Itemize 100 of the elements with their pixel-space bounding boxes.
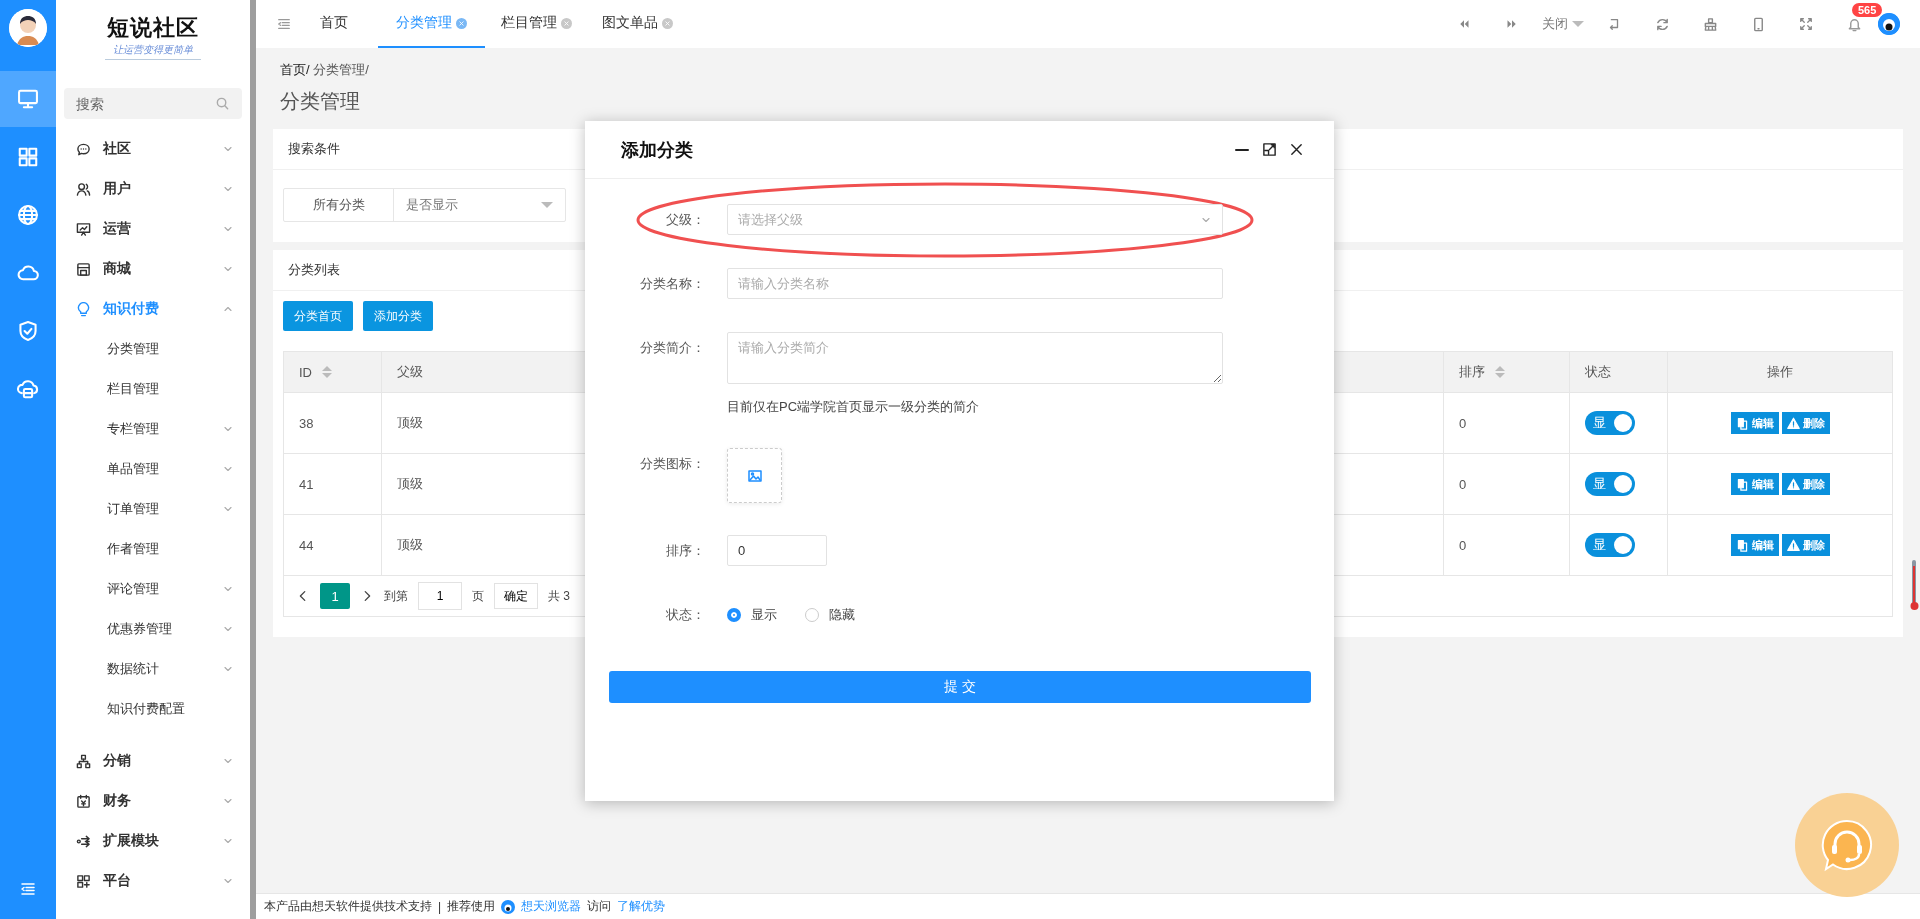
column-header: 状态 — [1570, 352, 1668, 393]
return-icon[interactable] — [1607, 17, 1621, 31]
submenu-item[interactable]: 订单管理 — [56, 489, 250, 529]
menu-item[interactable]: 运营 — [56, 209, 250, 249]
store-icon — [76, 261, 91, 277]
fullscreen-icon[interactable] — [1799, 17, 1813, 31]
table-cell: 0 — [1444, 393, 1570, 454]
footer-credit: 本产品由想天软件提供技术支持 — [264, 898, 432, 915]
calendar-icon — [76, 793, 91, 809]
table-cell: 0 — [1444, 515, 1570, 576]
search-icon — [215, 96, 230, 111]
warning-icon — [1786, 538, 1800, 552]
tab[interactable]: 图文单品 — [588, 0, 687, 48]
radio-option[interactable]: 隐藏 — [805, 606, 855, 624]
submenu-item[interactable]: 评论管理 — [56, 569, 250, 609]
page-title: 分类管理 — [280, 89, 361, 114]
warning-icon — [1786, 477, 1800, 491]
search-field[interactable]: 搜索 — [64, 88, 242, 119]
maximize-icon[interactable] — [1262, 141, 1277, 157]
input-field[interactable]: 请输入分类名称 — [727, 268, 1223, 299]
submenu-item[interactable]: 数据统计 — [56, 649, 250, 689]
menu-item[interactable]: 分销 — [56, 741, 250, 781]
users-icon — [76, 181, 91, 197]
menu-fold-icon[interactable] — [277, 17, 291, 31]
fast-forward-icon[interactable] — [1506, 18, 1518, 30]
breadcrumb-link[interactable]: 分类管理/ — [313, 61, 369, 79]
refresh-icon[interactable] — [1654, 16, 1670, 32]
scroll-indicator[interactable] — [1910, 560, 1919, 612]
input-field[interactable]: 0 — [727, 535, 827, 566]
table-cell: 0 — [1444, 454, 1570, 515]
table-cell: 38 — [284, 393, 382, 454]
page-number[interactable]: 1 — [320, 583, 350, 609]
tab[interactable]: 栏目管理 — [487, 0, 586, 48]
bulb-icon — [76, 301, 91, 317]
field-label: 排序： — [665, 542, 706, 560]
menu-item[interactable]: 社区 — [56, 129, 250, 169]
submenu-item[interactable]: 栏目管理 — [56, 369, 250, 409]
chat-icon — [76, 141, 91, 157]
avatar[interactable] — [9, 9, 47, 47]
column-header[interactable]: ID — [284, 352, 382, 393]
field-label: 分类图标： — [639, 455, 706, 473]
copy-icon — [1735, 416, 1749, 430]
submenu-item[interactable]: 单品管理 — [56, 449, 250, 489]
hierarchy-icon — [76, 753, 91, 769]
footer-separator: | — [438, 899, 442, 914]
rewind-icon[interactable] — [1458, 18, 1470, 30]
globe-icon — [17, 204, 39, 226]
card-title: 分类列表 — [288, 261, 340, 279]
submenu-item[interactable]: 作者管理 — [56, 529, 250, 569]
rail-tab[interactable] — [0, 71, 56, 127]
close-icon[interactable] — [1289, 141, 1304, 157]
radio-option[interactable]: 显示 — [727, 606, 777, 624]
column-header: 操作 — [1668, 352, 1892, 393]
page-input[interactable]: 1 — [418, 582, 462, 610]
column-header[interactable]: 排序 — [1444, 352, 1570, 393]
notification-badge: 565 — [1852, 3, 1883, 17]
copy-icon — [1735, 538, 1749, 552]
textarea-field[interactable]: 请输入分类简介 — [727, 332, 1223, 384]
menu-item[interactable]: 扩展模块 — [56, 821, 250, 861]
tab[interactable]: 首页 — [312, 0, 376, 48]
footer-text: 访问 — [587, 898, 612, 915]
table-cell: 44 — [284, 515, 382, 576]
presentation-icon — [76, 221, 91, 237]
submenu-item[interactable]: 分类管理 — [56, 329, 250, 369]
dialog-title: 添加分类 — [621, 138, 694, 162]
close-icon — [457, 18, 466, 28]
menu-item[interactable]: 商城 — [56, 249, 250, 289]
upload-button[interactable] — [727, 448, 782, 503]
submenu-item[interactable]: 知识付费配置 — [56, 689, 250, 729]
goto-label: 到第 — [384, 587, 408, 605]
footer-text: 推荐使用 — [447, 898, 496, 915]
copy-icon — [1735, 477, 1749, 491]
shield-icon — [17, 320, 39, 342]
page-unit: 页 — [472, 587, 484, 605]
close-icon — [562, 18, 571, 28]
menu-item[interactable]: 用户 — [56, 169, 250, 209]
close-menu[interactable]: 关闭 — [1536, 15, 1590, 33]
menu-fold-icon[interactable] — [20, 881, 36, 897]
breadcrumb-link[interactable]: 首页/ — [280, 61, 310, 79]
logo-tagline: 让运营变得更简单 — [105, 42, 201, 60]
menu-item[interactable]: 财务 — [56, 781, 250, 821]
close-icon — [663, 18, 672, 28]
headset-icon — [1820, 818, 1874, 872]
confirm-button[interactable]: 确定 — [494, 583, 538, 609]
cloud-server-icon — [17, 378, 39, 400]
submenu-item[interactable]: 优惠券管理 — [56, 609, 250, 649]
broom-icon[interactable] — [1702, 16, 1718, 32]
radio-icon[interactable] — [727, 608, 741, 622]
menu-item[interactable]: 平台 — [56, 861, 250, 901]
grid-icon — [17, 146, 39, 168]
image-icon — [746, 467, 763, 484]
table-cell: 41 — [284, 454, 382, 515]
field-label: 父级： — [665, 211, 706, 229]
field-hint: 目前仅在PC端学院首页显示一级分类的简介 — [727, 398, 981, 416]
share-icon — [76, 833, 91, 849]
user-avatar[interactable] — [1878, 13, 1900, 35]
bell-icon[interactable] — [1846, 16, 1862, 32]
submenu-item[interactable]: 专栏管理 — [56, 409, 250, 449]
total-count: 共 3 — [548, 587, 570, 605]
radio-icon[interactable] — [805, 608, 819, 622]
